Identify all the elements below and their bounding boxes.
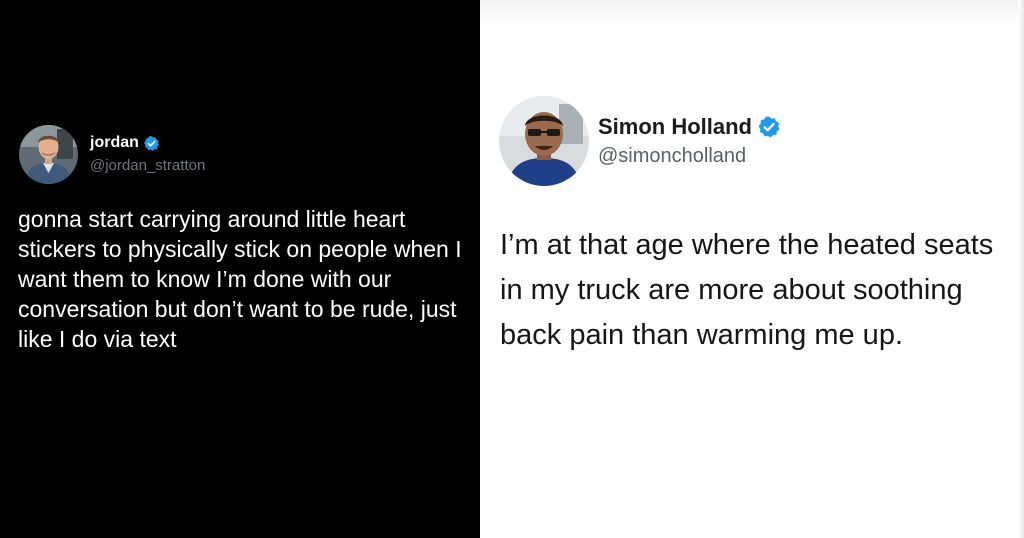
user-handle[interactable]: @jordan_stratton: [90, 157, 205, 174]
tweet-text: gonna start carrying around little heart…: [18, 206, 462, 352]
verified-badge-icon: [757, 115, 781, 139]
top-shade: [480, 0, 1024, 24]
display-name[interactable]: jordan: [90, 134, 139, 152]
display-name[interactable]: Simon Holland: [598, 114, 752, 140]
left-tweet-panel: jordan @jordan_stratton gonna start carr…: [0, 0, 480, 538]
jordan-avatar[interactable]: [19, 125, 78, 184]
verified-badge-icon: [143, 135, 160, 152]
simon-avatar[interactable]: [499, 96, 589, 186]
user-handle[interactable]: @simoncholland: [598, 145, 746, 168]
tweet-text: I’m at that age where the heated seats i…: [500, 229, 994, 351]
display-name-row: Simon Holland: [598, 114, 781, 140]
display-name-row: jordan: [90, 134, 160, 152]
